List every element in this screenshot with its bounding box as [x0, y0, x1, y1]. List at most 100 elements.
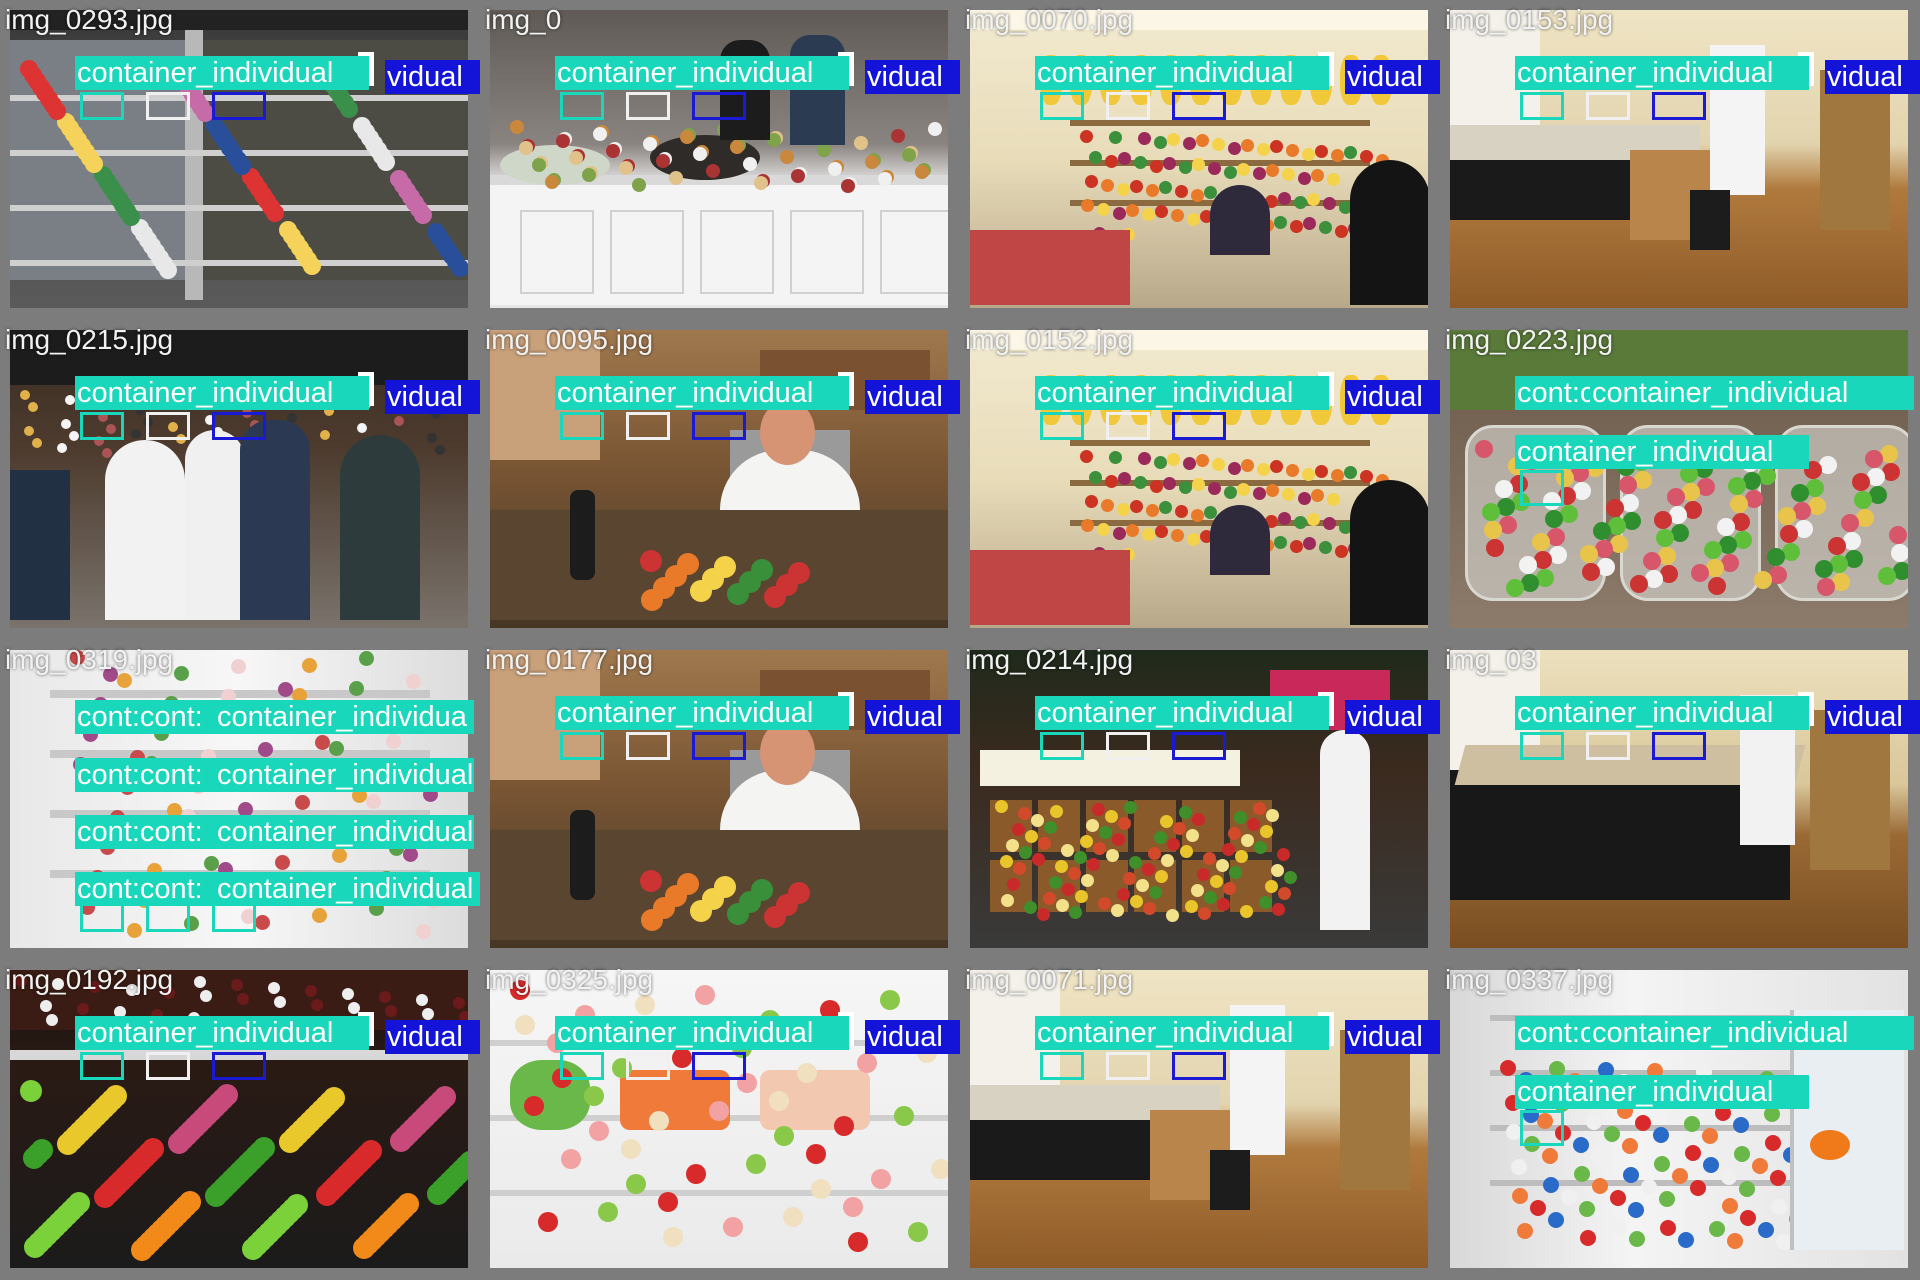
scene-shape [1530, 1200, 1546, 1216]
scene-shape [1270, 460, 1283, 473]
scene-shape [1186, 829, 1199, 842]
scene-shape [656, 154, 670, 168]
scene-shape [1484, 521, 1502, 539]
scene-shape [403, 847, 418, 862]
scene-shape [1155, 525, 1168, 538]
scene-shape [663, 1227, 683, 1247]
scene-shape [780, 150, 794, 164]
scene-shape [1302, 148, 1315, 161]
scene-shape [1032, 853, 1045, 866]
scene-shape [1049, 876, 1062, 889]
scene-shape [1081, 199, 1094, 212]
scene-shape [1224, 486, 1237, 499]
scene-shape [1486, 539, 1504, 557]
scene-shape [1013, 862, 1026, 875]
scene-shape [1154, 831, 1167, 844]
scene-shape [1582, 563, 1600, 581]
scene-shape [1475, 440, 1493, 458]
detection-box [1652, 732, 1706, 760]
class-label-blue: vidual [1345, 380, 1440, 414]
scene-shape [131, 429, 141, 439]
class-label-teal: container_individual [1515, 696, 1809, 730]
scene-shape [1344, 146, 1357, 159]
class-label-teal: container_individual [555, 1016, 849, 1050]
scene-shape [1222, 843, 1235, 856]
scene-shape [1335, 545, 1348, 558]
scene-shape [1641, 1179, 1657, 1195]
scene-shape [1691, 564, 1709, 582]
scene-shape [1055, 860, 1068, 873]
scene-shape [524, 1096, 544, 1116]
scene-shape [1237, 163, 1250, 176]
scene-shape [1889, 526, 1907, 544]
scene-shape [791, 169, 805, 183]
scene-shape [532, 158, 546, 172]
class-label-teal: cont:cont: [75, 700, 219, 734]
scene-shape [589, 1121, 609, 1141]
image-tile: img_0192.jpgviduallcontainer_individual [0, 960, 480, 1280]
scene-shape [1150, 160, 1163, 173]
scene-shape [174, 666, 189, 681]
scene-shape [1548, 1212, 1564, 1228]
scene-shape [1654, 511, 1672, 529]
scene-shape [1303, 537, 1316, 550]
scene-shape [1592, 1178, 1608, 1194]
scene-shape [434, 1086, 456, 1108]
detection-box [1172, 732, 1226, 760]
image-tile: img_03viduallcontainer_individual [1440, 640, 1920, 960]
scene-shape [556, 134, 570, 148]
scene-shape [385, 1005, 397, 1017]
scene-shape [185, 430, 245, 620]
scene-shape [237, 993, 249, 1005]
scene-shape [1167, 133, 1180, 146]
photo-chefs-in-restaurant [10, 330, 468, 628]
detection-box [1520, 470, 1564, 506]
scene-shape [806, 1144, 826, 1164]
class-label-teal: container_individual [1035, 376, 1329, 410]
class-label-teal: container_individual [1590, 376, 1914, 410]
scene-shape [1717, 518, 1735, 536]
scene-shape [231, 659, 246, 674]
scene-shape [1113, 207, 1126, 220]
scene-shape [1543, 1177, 1559, 1193]
scene-shape [1080, 130, 1093, 143]
scene-shape [1340, 1030, 1410, 1190]
scene-shape [1085, 495, 1098, 508]
class-label-blue: vidual [1345, 700, 1440, 734]
detection-box [1652, 92, 1706, 120]
class-label-teal: container_individual [215, 815, 474, 849]
scene-shape [1112, 833, 1125, 846]
scene-shape [1635, 1115, 1651, 1131]
scene-shape [894, 1106, 914, 1126]
image-tile: img_0071.jpgviduallcontainer_individual [960, 960, 1440, 1280]
scene-shape [286, 1194, 308, 1216]
scene-shape [880, 990, 900, 1010]
scene-shape [1593, 522, 1611, 540]
scene-shape [902, 148, 916, 162]
scene-shape [69, 431, 79, 441]
detection-box [1040, 1052, 1084, 1080]
detection-box [1040, 412, 1084, 440]
scene-shape [723, 1217, 743, 1237]
scene-shape [1778, 507, 1796, 525]
scene-shape [1690, 1180, 1706, 1196]
scene-shape [1117, 183, 1130, 196]
scene-shape [1327, 493, 1340, 506]
scene-shape [1690, 190, 1730, 250]
scene-shape [1187, 213, 1200, 226]
detection-box [80, 902, 124, 932]
scene-shape [28, 402, 38, 412]
scene-shape [790, 210, 864, 294]
photo-home-kitchen-wooden-floor [1450, 10, 1908, 308]
scene-shape [700, 210, 774, 294]
scene-shape [1185, 900, 1198, 913]
scene-shape [1101, 499, 1114, 512]
scene-shape [1150, 480, 1163, 493]
scene-shape [1001, 894, 1014, 907]
scene-shape [1217, 898, 1230, 911]
scene-shape [1817, 578, 1835, 596]
scene-shape [598, 1202, 618, 1222]
scene-shape [1080, 450, 1093, 463]
scene-shape [1044, 821, 1057, 834]
scene-shape [1203, 852, 1216, 865]
